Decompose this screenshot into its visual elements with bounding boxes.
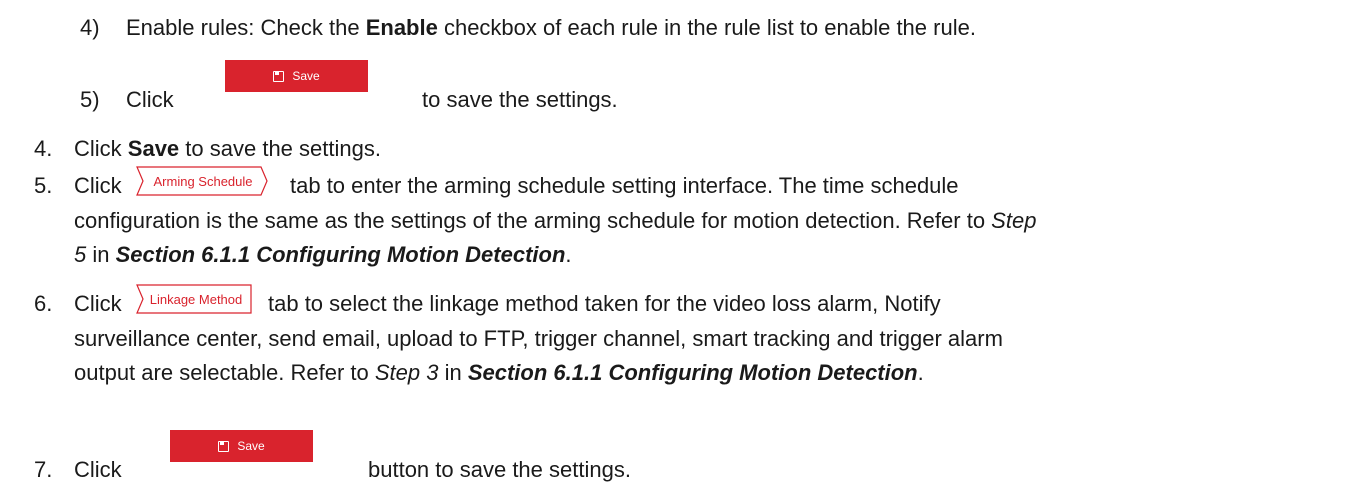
enable-keyword: Enable xyxy=(365,15,438,40)
arming-schedule-tab-label: Arming Schedule xyxy=(154,174,253,189)
substep-4-text-a: Enable rules: Check the xyxy=(126,15,366,40)
step-4-number: 4. xyxy=(34,135,52,163)
substep-5-tail: to save the settings. xyxy=(422,86,618,114)
substep-5-num: 5) xyxy=(80,87,100,112)
step-6-line1: tab to select the linkage method taken f… xyxy=(268,291,941,316)
step-5-num: 5. xyxy=(34,173,53,198)
step-5-line1: tab to enter the arming schedule setting… xyxy=(290,173,959,198)
substep-4-text-b: checkbox of each rule in the rule list t… xyxy=(437,15,976,40)
step-6-line3-in: in xyxy=(438,360,468,385)
step-5-text-line3: 5 in Section 6.1.1 Configuring Motion De… xyxy=(74,241,572,269)
step-5-line3-period: . xyxy=(565,242,572,267)
save-keyword: Save xyxy=(127,136,180,161)
step-5-text-line2: configuration is the same as the setting… xyxy=(74,207,1036,235)
floppy-disk-icon xyxy=(218,440,230,452)
step-6-text-line3: output are selectable. Refer to Step 3 i… xyxy=(74,359,924,387)
step-6-number: 6. xyxy=(34,290,52,318)
step-6-line2: surveillance center, send email, upload … xyxy=(74,326,1003,351)
step-7-click: Click xyxy=(74,456,122,484)
step-6-line3-a: output are selectable. Refer to xyxy=(74,360,375,385)
step-5-line3-italic: 5 xyxy=(74,242,87,267)
step-4-text: Click Save to save the settings. xyxy=(74,135,381,163)
linkage-method-tab-label: Linkage Method xyxy=(150,292,243,307)
save-button-2[interactable]: Save xyxy=(170,430,313,462)
step-4-text-b: to save the settings. xyxy=(179,136,381,161)
step-7-click-label: Click xyxy=(74,457,122,482)
step-6-section-ref: Section 6.1.1 Configuring Motion Detecti… xyxy=(467,360,918,385)
substep-5-tail-text: to save the settings. xyxy=(422,87,618,112)
step-5-line3-in: in xyxy=(86,242,116,267)
save-button-1-label: Save xyxy=(292,69,320,83)
step-5-number: 5. xyxy=(34,172,52,200)
substep-4-number: 4) xyxy=(80,15,100,40)
save-button-2-label: Save xyxy=(237,439,265,453)
substep-4-text: Enable rules: Check the Enable checkbox … xyxy=(126,14,976,42)
step-5-text-line1: tab to enter the arming schedule setting… xyxy=(290,172,959,200)
step-6-text-line1: tab to select the linkage method taken f… xyxy=(268,290,941,318)
step-6-line3-period: . xyxy=(917,360,924,385)
save-button-1[interactable]: Save xyxy=(225,60,368,92)
step-6-text-line2: surveillance center, send email, upload … xyxy=(74,325,1003,353)
step-5-line2-text: configuration is the same as the setting… xyxy=(74,208,992,233)
step-4-text-a: Click xyxy=(74,136,128,161)
step-5-click: Click xyxy=(74,172,122,200)
step-7-tail-text: button to save the settings. xyxy=(368,457,631,482)
step-5-click-label: Click xyxy=(74,173,122,198)
step-5-section-ref: Section 6.1.1 Configuring Motion Detecti… xyxy=(115,242,566,267)
floppy-disk-icon xyxy=(273,70,285,82)
step-6-click-label: Click xyxy=(74,291,122,316)
step-7-num: 7. xyxy=(34,457,53,482)
substep-5-number: 5) xyxy=(80,86,100,114)
substep-5-click-label: Click xyxy=(126,87,174,112)
step-6-step-ref: Step 3 xyxy=(374,360,439,385)
linkage-method-tab[interactable]: Linkage Method xyxy=(131,284,255,314)
step-7-number: 7. xyxy=(34,456,52,484)
substep-4: 4) xyxy=(80,14,100,42)
step-7-tail: button to save the settings. xyxy=(368,456,631,484)
arming-schedule-tab[interactable]: Arming Schedule xyxy=(131,166,273,196)
step-6-num: 6. xyxy=(34,291,53,316)
step-4-num: 4. xyxy=(34,136,53,161)
substep-5-click: Click xyxy=(126,86,174,114)
step-6-click: Click xyxy=(74,290,122,318)
step-5-line2-italic: Step xyxy=(991,208,1037,233)
